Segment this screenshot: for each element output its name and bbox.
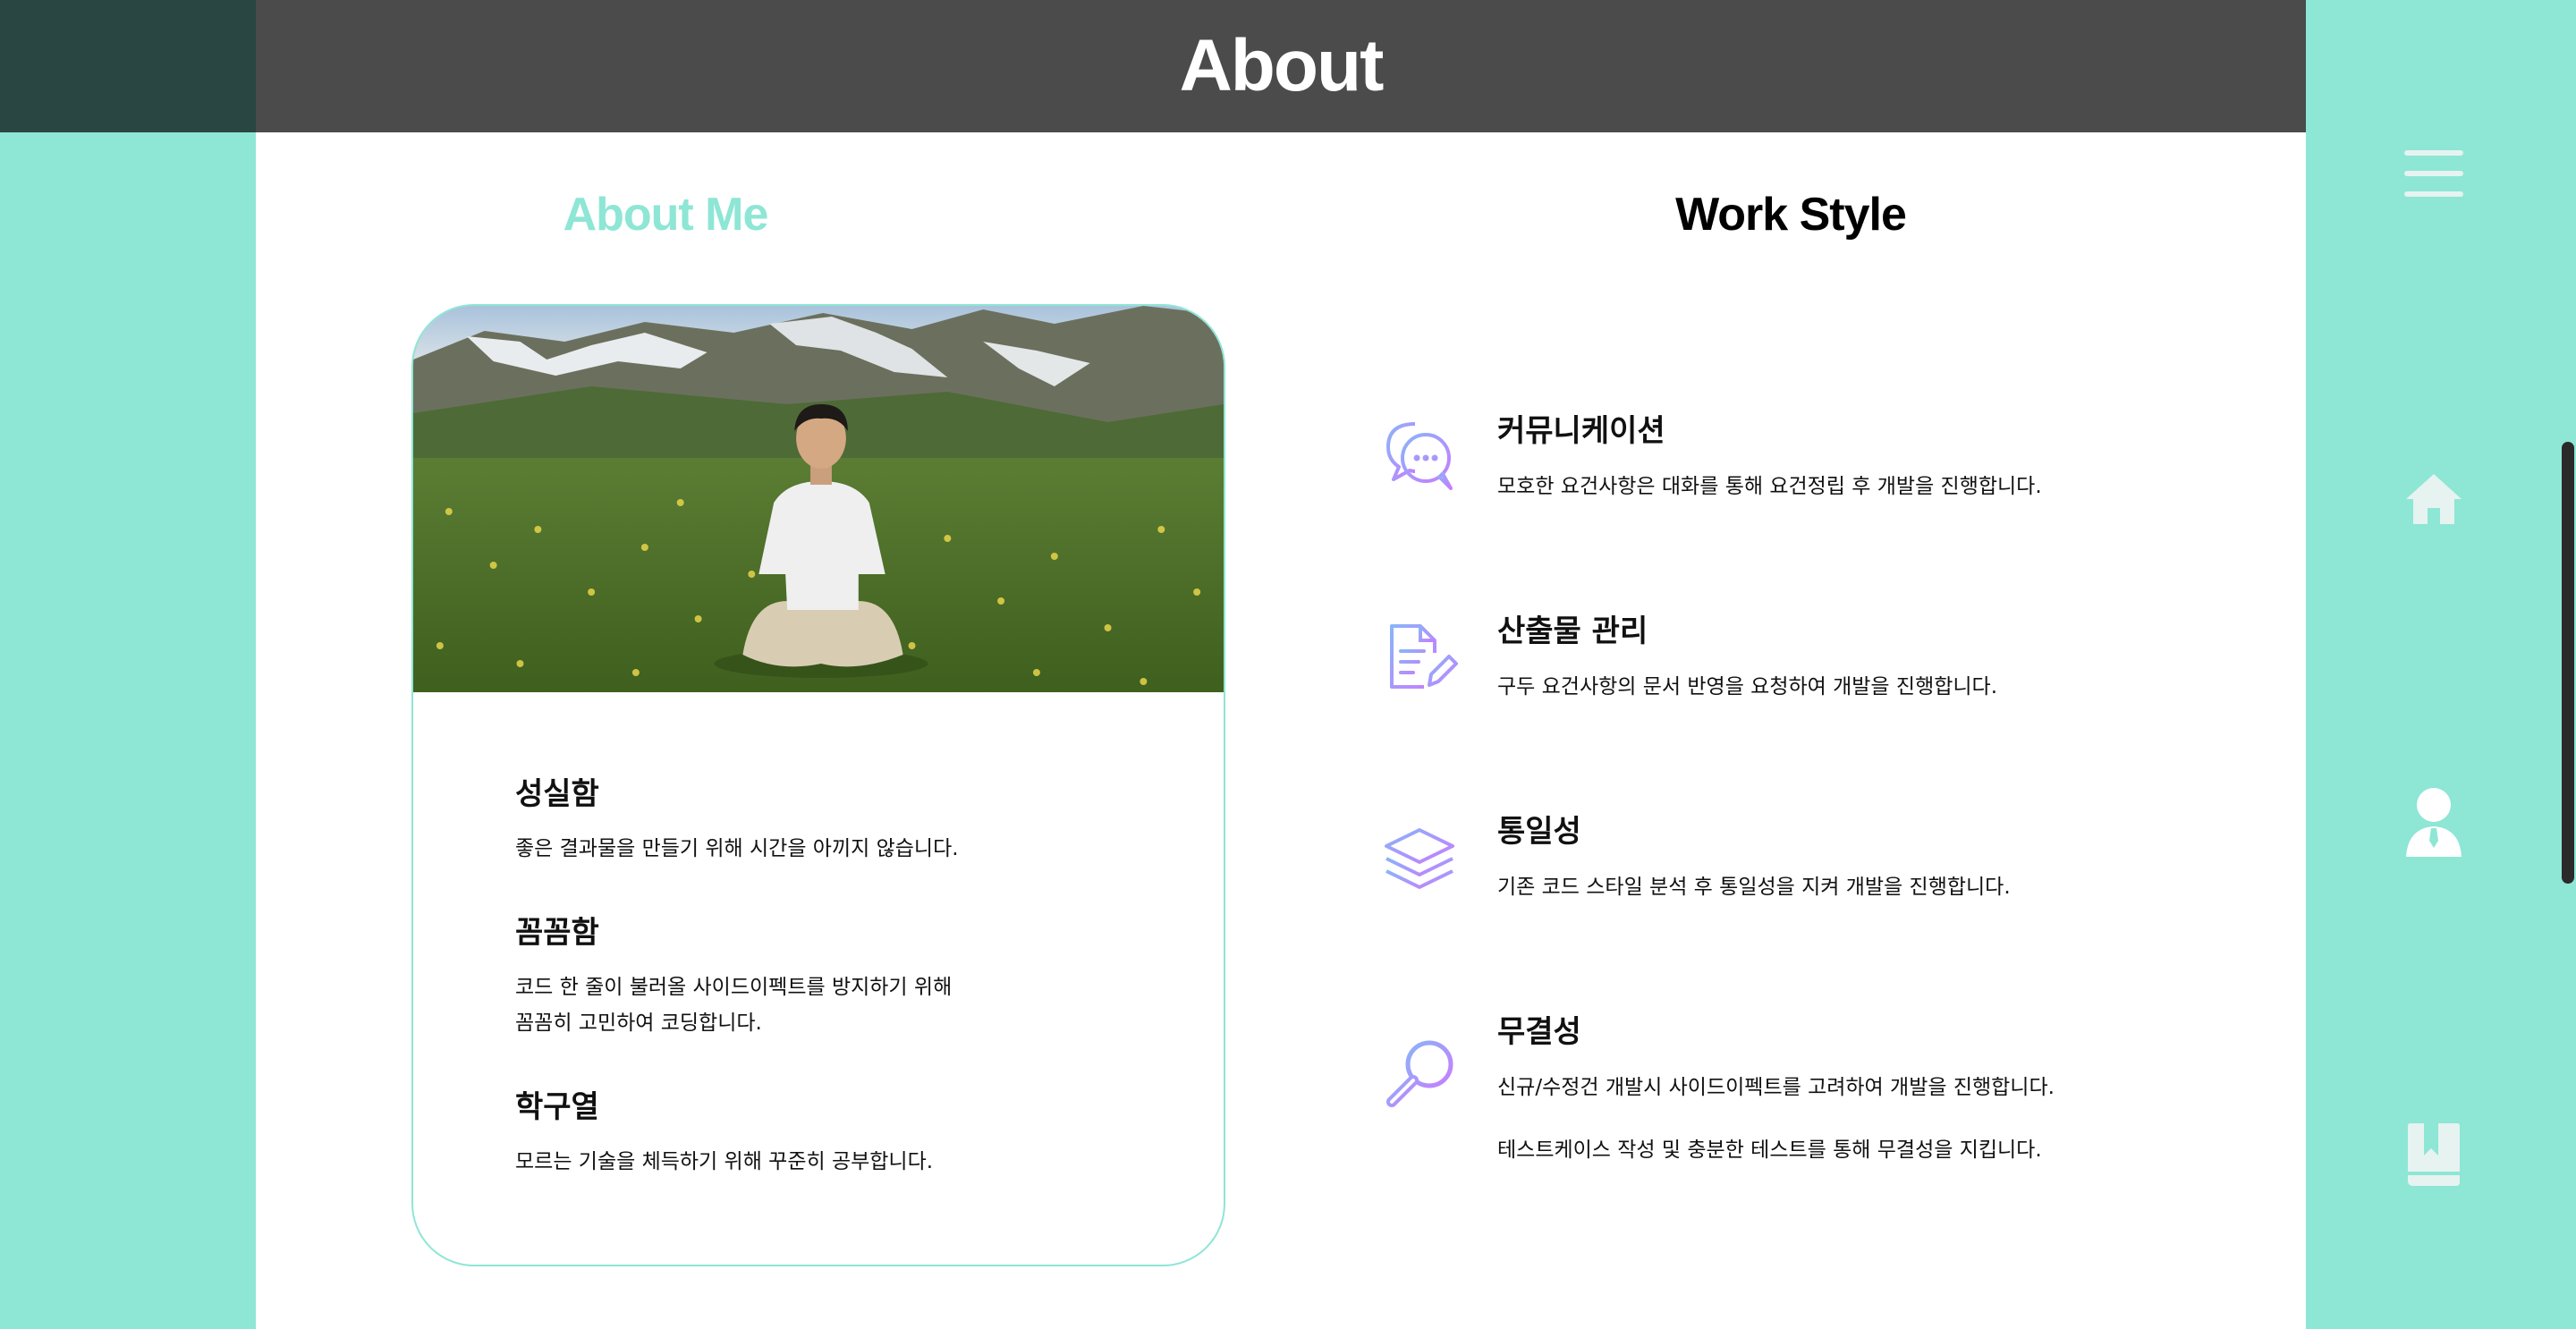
about-section: About Me Work Style 성실함 좋은 결과물을 만들기 위해 시… <box>256 132 2306 1329</box>
trait-item: 학구열 모르는 기술을 체득하기 위해 꾸준히 공부합니다. <box>515 1082 1141 1180</box>
trait-item: 성실함 좋은 결과물을 만들기 위해 시간을 아끼지 않습니다. <box>515 769 1141 867</box>
work-style-title-item: 무결성 <box>1497 1014 1581 1050</box>
trait-title: 꼼꼼함 <box>515 915 599 951</box>
work-style-desc: 모호한 요건사항은 대화를 통해 요건정립 후 개발을 진행합니다. <box>1497 475 2042 498</box>
trait-desc: 코드 한 줄이 불러올 사이드이펙트를 방지하기 위해 꼼꼼히 고민하여 코딩합… <box>515 976 953 1035</box>
scrollbar-thumb[interactable] <box>2562 442 2574 884</box>
trait-desc: 모르는 기술을 체득하기 위해 꾸준히 공부합니다. <box>515 1150 934 1173</box>
about-me-title: About Me <box>563 189 769 241</box>
chat-bubbles-icon <box>1386 422 1453 490</box>
work-style-desc: 기존 코드 스타일 분석 후 통일성을 지켜 개발을 진행합니다. <box>1497 876 2011 899</box>
trait-desc: 좋은 결과물을 만들기 위해 시간을 아끼지 않습니다. <box>515 837 959 860</box>
about-me-card: 성실함 좋은 결과물을 만들기 위해 시간을 아끼지 않습니다. 꼼꼼함 코드 … <box>411 304 1225 1266</box>
layers-icon <box>1385 828 1454 889</box>
work-style-desc: 신규/수정건 개발시 사이드이펙트를 고려하여 개발을 진행합니다. <box>1497 1076 2055 1099</box>
document-edit-icon <box>1390 624 1458 689</box>
magnifier-icon <box>1386 1040 1453 1107</box>
work-style-desc: 테스트케이스 작성 및 충분한 테스트를 통해 무결성을 지킵니다. <box>1497 1139 2042 1162</box>
work-style-title-item: 커뮤니케이션 <box>1497 413 1665 449</box>
profile-icon[interactable] <box>2404 787 2463 859</box>
work-style-title: Work Style <box>1675 189 1907 241</box>
trait-title: 학구열 <box>515 1089 599 1125</box>
work-style-title-item: 산출물 관리 <box>1497 614 1648 649</box>
page-title: About <box>1179 25 1385 106</box>
trait-item: 꼼꼼함 코드 한 줄이 불러올 사이드이펙트를 방지하기 위해 꼼꼼히 고민하여… <box>515 908 1141 1041</box>
work-style-title-item: 통일성 <box>1497 814 1581 850</box>
page-header: About <box>256 0 2306 132</box>
trait-title: 성실함 <box>515 776 599 812</box>
traits-list: 성실함 좋은 결과물을 만들기 위해 시간을 아끼지 않습니다. 꼼꼼함 코드 … <box>515 769 1141 1221</box>
home-icon[interactable] <box>2404 470 2463 528</box>
bookmark-icon[interactable] <box>2404 1120 2463 1188</box>
header-corner <box>0 0 256 132</box>
menu-icon[interactable] <box>2404 147 2463 200</box>
work-style-desc: 구두 요건사항의 문서 반영을 요청하여 개발을 진행합니다. <box>1497 675 1998 698</box>
profile-photo <box>413 306 1224 692</box>
